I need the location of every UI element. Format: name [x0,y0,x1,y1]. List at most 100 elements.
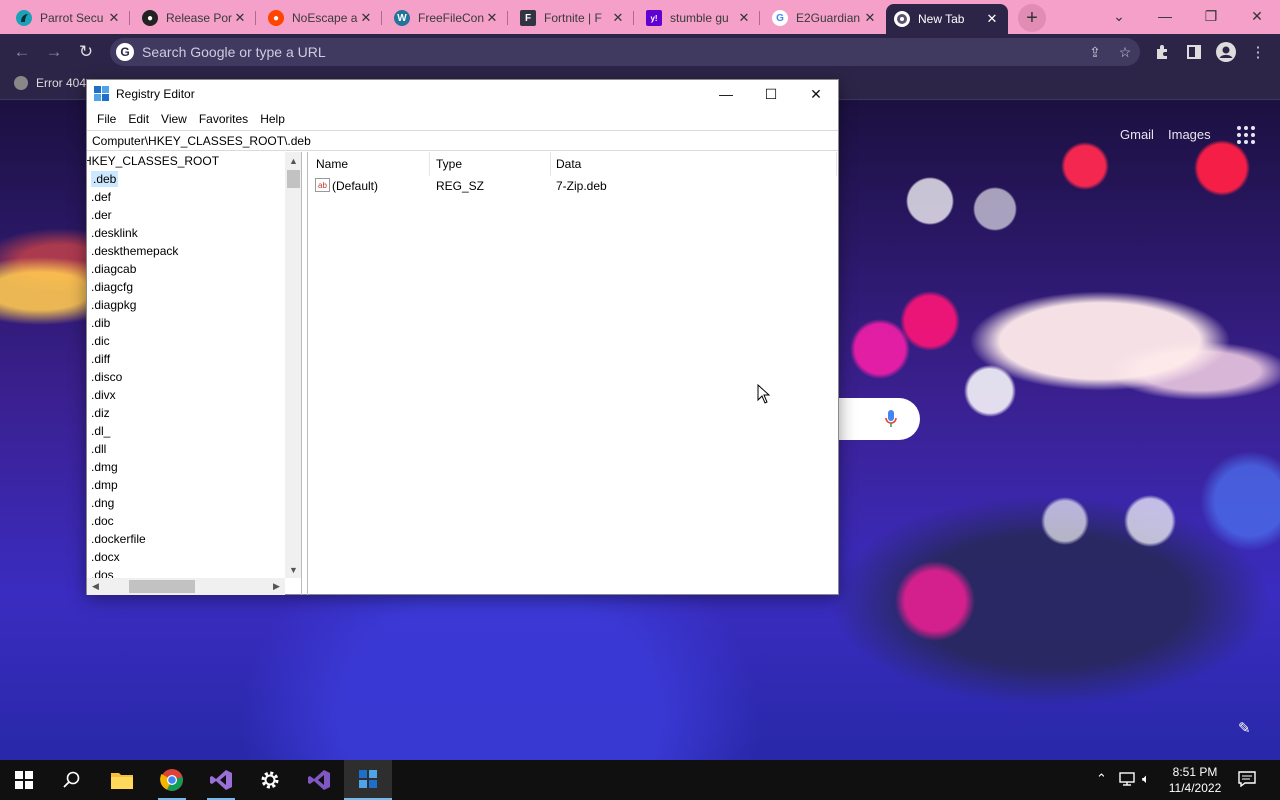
gmail-link[interactable]: Gmail [1120,127,1154,142]
tree-item[interactable]: .docx [87,548,285,566]
microphone-icon[interactable] [880,408,902,430]
scroll-right-arrow-icon[interactable]: ▶ [268,578,285,595]
tree-item[interactable]: .der [87,206,285,224]
column-divider[interactable] [550,152,551,176]
notifications-icon[interactable] [1238,771,1256,790]
menu-edit[interactable]: Edit [122,112,155,126]
forward-arrow-icon[interactable]: → [42,40,66,64]
minimize-icon[interactable]: — [1142,0,1188,32]
column-divider[interactable] [429,152,430,176]
new-tab-button[interactable]: + [1018,4,1046,32]
menu-kebab-icon[interactable]: ⋮ [1248,42,1268,62]
menu-help[interactable]: Help [254,112,291,126]
registry-editor-taskbar-button[interactable] [344,760,392,800]
tree-item[interactable]: .dmg [87,458,285,476]
tree-item[interactable]: .dll [87,440,285,458]
tab-close-icon[interactable]: ✕ [610,10,626,26]
tab-new-tab[interactable]: New Tab ✕ [886,4,1008,34]
address-bar[interactable]: Computer\HKEY_CLASSES_ROOT\.deb [87,130,838,151]
column-header-data[interactable]: Data [556,157,581,171]
tree-item[interactable]: .doc [87,512,285,530]
bookmark-star-icon[interactable]: ☆ [1110,44,1140,61]
tab-stumble[interactable]: y! stumble gu ✕ [638,4,760,32]
tree-item[interactable]: .dos [87,566,285,578]
tab-close-icon[interactable]: ✕ [984,11,1000,27]
images-link[interactable]: Images [1168,127,1211,142]
window-titlebar[interactable]: Registry Editor — ☐ ✕ [87,80,838,108]
visual-studio-2-button[interactable] [295,760,343,800]
tree-item[interactable]: .disco [87,368,285,386]
tree-item-label: HKEY_CLASSES_ROOT [87,154,220,168]
profile-avatar-icon[interactable] [1216,42,1236,62]
tree-item[interactable]: .diagcab [87,260,285,278]
tab-search-chevron-icon[interactable]: ⌄ [1096,0,1142,32]
tab-close-icon[interactable]: ✕ [736,10,752,26]
tab-close-icon[interactable]: ✕ [106,10,122,26]
start-button[interactable] [0,760,48,800]
tab-parrot[interactable]: Parrot Secu ✕ [8,4,130,32]
side-panel-icon[interactable] [1184,42,1204,62]
scroll-up-arrow-icon[interactable]: ▲ [285,152,301,169]
bookmark-error-404[interactable]: Error 404 [14,76,86,90]
tab-close-icon[interactable]: ✕ [232,10,248,26]
tree-item[interactable]: .def [87,188,285,206]
tree-item[interactable]: .deskthemepack [87,242,285,260]
tab-e2guardian[interactable]: G E2Guardian ✕ [764,4,886,32]
tab-fortnite[interactable]: F Fortnite | F ✕ [512,4,634,32]
tree-root-hkcr[interactable]: HKEY_CLASSES_ROOT [87,152,285,170]
value-row[interactable]: ab (Default) REG_SZ 7-Zip.deb [308,177,839,197]
scroll-down-arrow-icon[interactable]: ▼ [285,561,301,578]
tree-item[interactable]: .diz [87,404,285,422]
tree-item[interactable]: .dl_ [87,422,285,440]
close-icon[interactable]: ✕ [1234,0,1280,32]
show-hidden-icons-chevron-icon[interactable]: ⌃ [1096,771,1107,787]
scroll-left-arrow-icon[interactable]: ◀ [87,578,104,595]
scroll-thumb[interactable] [287,170,300,188]
reload-icon[interactable]: ↻ [74,40,98,64]
menu-favorites[interactable]: Favorites [193,112,254,126]
tab-freefile[interactable]: W FreeFileCon ✕ [386,4,508,32]
customize-pencil-icon[interactable]: ✎ [1238,719,1251,737]
tree-item[interactable]: .dib [87,314,285,332]
tree-item[interactable]: .diagcfg [87,278,285,296]
window-minimize-icon[interactable]: — [703,80,749,108]
tree-item[interactable]: .dmp [87,476,285,494]
tree-item[interactable]: .diagpkg [87,296,285,314]
tree-item[interactable]: .diff [87,350,285,368]
menu-file[interactable]: File [91,112,122,126]
restore-icon[interactable]: ❐ [1188,0,1234,32]
tree-horizontal-scrollbar[interactable]: ◀ ▶ [87,578,285,595]
omnibox[interactable]: G Search Google or type a URL ⇪ ☆ [110,38,1140,66]
back-arrow-icon[interactable]: ← [10,40,34,64]
tree-vertical-scrollbar[interactable]: ▲ ▼ [285,152,301,578]
tree-item[interactable]: .desklink [87,224,285,242]
tab-close-icon[interactable]: ✕ [358,10,374,26]
system-clock[interactable]: 8:51 PM 11/4/2022 [1166,764,1224,796]
file-explorer-button[interactable] [98,760,146,800]
tab-close-icon[interactable]: ✕ [862,10,878,26]
tab-noescape[interactable]: ● NoEscape a ✕ [260,4,382,32]
network-icon[interactable] [1118,771,1136,790]
settings-button[interactable] [246,760,294,800]
extensions-puzzle-icon[interactable] [1152,42,1172,62]
column-divider[interactable] [836,152,837,176]
tree-item[interactable]: .dockerfile [87,530,285,548]
column-header-name[interactable]: Name [316,157,348,171]
visual-studio-button[interactable] [197,760,245,800]
tree-item[interactable]: .deb [87,170,285,188]
tree-item[interactable]: .dic [87,332,285,350]
google-apps-grid-icon[interactable] [1237,126,1255,144]
search-button[interactable] [48,760,96,800]
volume-icon[interactable]: 🔈︎ [1142,771,1150,787]
column-header-type[interactable]: Type [436,157,462,171]
tab-release[interactable]: ● Release Por ✕ [134,4,256,32]
window-maximize-icon[interactable]: ☐ [748,80,794,108]
chrome-taskbar-button[interactable] [148,760,196,800]
share-icon[interactable]: ⇪ [1080,44,1110,61]
menu-view[interactable]: View [155,112,193,126]
tab-close-icon[interactable]: ✕ [484,10,500,26]
scroll-thumb[interactable] [129,580,195,593]
tree-item[interactable]: .dng [87,494,285,512]
window-close-icon[interactable]: ✕ [793,80,839,108]
tree-item[interactable]: .divx [87,386,285,404]
